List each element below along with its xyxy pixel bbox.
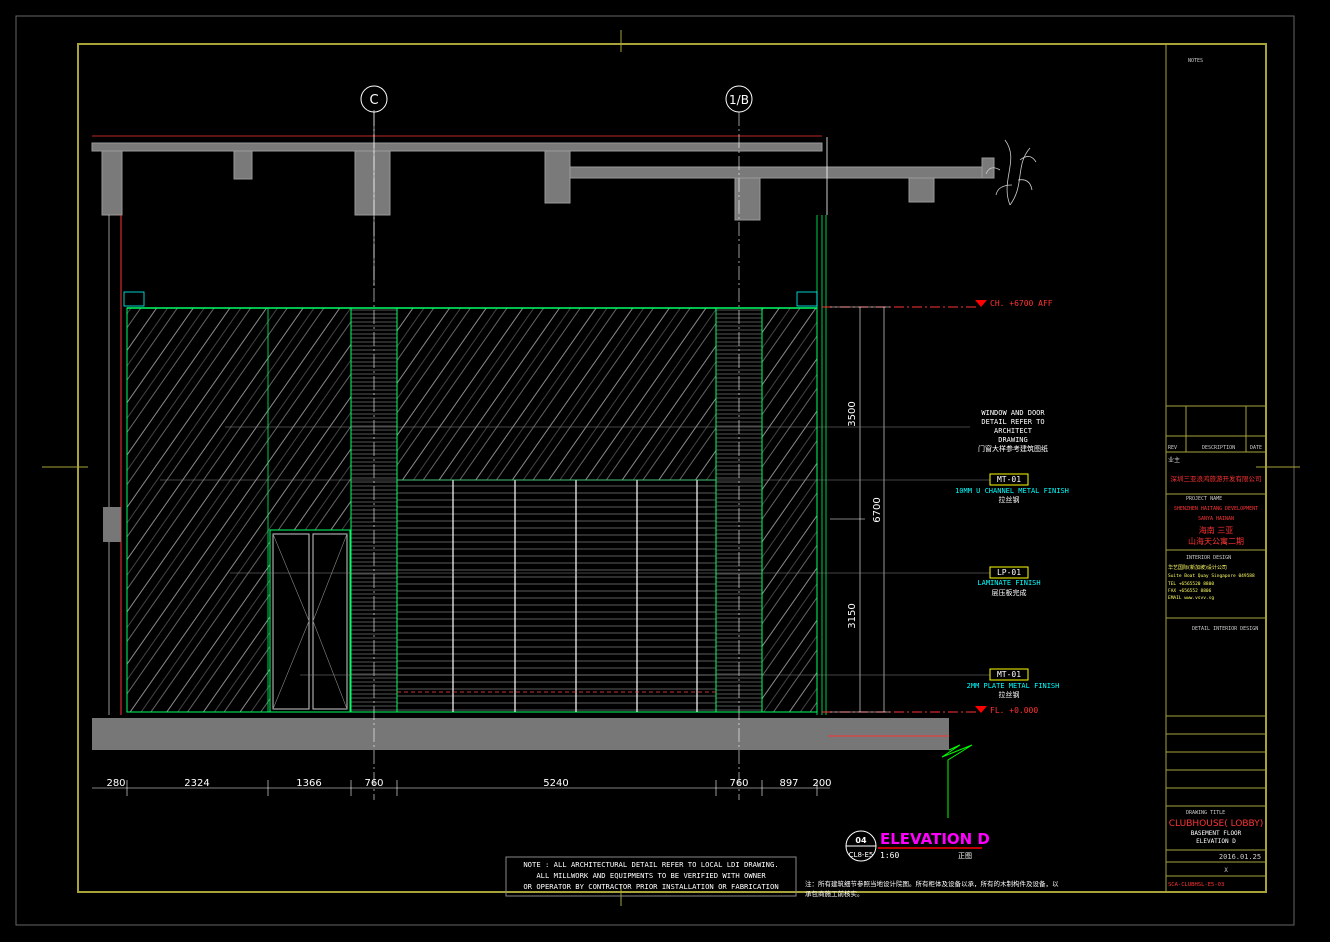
ceiling-slab [91, 142, 995, 221]
note-cn-2: 承包商施工前核实。 [805, 889, 864, 898]
elevation-drawing: C 1/B CH. +6700 AFF FL. +0.000 3500 3150… [15, 15, 1300, 926]
window-note-4: DRAWING [998, 436, 1028, 444]
level-ceiling: CH. +6700 AFF [990, 299, 1053, 308]
mt01-cn: 拉丝钢 [999, 495, 1020, 504]
tb-designer-label: INTERIOR DESIGN [1186, 555, 1231, 561]
mt01b-desc: 2MM PLATE METAL FINISH [967, 682, 1060, 690]
panel-right [761, 307, 818, 713]
hdim-6: 897 [779, 778, 798, 789]
tb-drawing-sub1: BASEMENT FLOOR [1191, 830, 1242, 837]
hdim-7: 200 [812, 778, 831, 789]
tb-drawing-no: SCA-CLUBHSL-E5-03 [1168, 882, 1224, 888]
tb-dt-label: DRAWING TITLE [1186, 810, 1225, 816]
tb-stage: DETAIL INTERIOR DESIGN [1192, 626, 1258, 632]
window-note-5: 门窗大样参考建筑图纸 [978, 444, 1048, 453]
title-block [1165, 44, 1267, 892]
dim-upper: 3500 [847, 401, 858, 426]
tag-mt01b: MT-01 [997, 670, 1021, 679]
window-note-3: ARCHITECT [994, 427, 1033, 435]
tb-designer-name: 华艺国际(新加坡)设计公司 [1168, 564, 1227, 571]
tb-designer-addr: Suite Boat Quay Singapore 049588 [1168, 573, 1255, 579]
tb-project-en: SHENZHEN HAITANG DEVELOPMENT [1174, 506, 1258, 512]
tb-date: 2016.01.25 [1219, 853, 1261, 861]
grid-label-1b: 1/B [729, 93, 749, 107]
tb-drawing-sub2: ELEVATION D [1196, 838, 1236, 845]
mt01b-cn: 拉丝钢 [999, 690, 1020, 699]
note-line-3: OR OPERATOR BY CONTRACTOR PRIOR INSTALLA… [523, 882, 778, 891]
level-floor: FL. +0.000 [990, 706, 1038, 715]
hdim-4: 5240 [543, 778, 568, 789]
lp01-cn: 层压板完成 [992, 588, 1027, 597]
title-sheet: CL8-E5 [849, 851, 874, 859]
dim-total: 6700 [872, 497, 883, 522]
tb-rev: REV [1168, 445, 1177, 451]
tag-lp01: LP-01 [997, 568, 1021, 577]
note-line-1: NOTE : ALL ARCHITECTURAL DETAIL REFER TO… [523, 860, 778, 869]
hdim-1: 2324 [184, 778, 209, 789]
right-wall [816, 215, 827, 715]
window-note-2: DETAIL REFER TO [981, 418, 1044, 426]
tb-project-cn: 海南 三亚 [1199, 525, 1234, 535]
tag-mt01: MT-01 [997, 475, 1021, 484]
note-cn-1: 注：所有建筑细节参照当地设计院图。所有柜体及设备以承，所有的木制构件及设备，以 [805, 879, 1059, 888]
tb-tel: TEL +6565520 8800 [1168, 581, 1214, 587]
floor-slab [92, 718, 949, 750]
lp01-desc: LAMINATE FINISH [977, 579, 1040, 587]
tb-email: EMAIL www.vsvv.sg [1168, 595, 1214, 601]
elevation-scale: 1:60 [880, 851, 899, 860]
grid-label-c: C [369, 93, 378, 108]
tb-project-cn2: 山海天公寓二期 [1188, 536, 1244, 546]
tb-notes-header: NOTES [1188, 58, 1203, 64]
tb-desc: DESCRIPTION [1202, 445, 1235, 451]
mt01-desc: 10MM U CHANNEL METAL FINISH [955, 487, 1069, 495]
level-marker-floor [975, 706, 987, 713]
hdim-5: 760 [729, 778, 748, 789]
hdim-3: 760 [364, 778, 383, 789]
hdim-0: 280 [106, 778, 125, 789]
window-note-1: WINDOW AND DOOR [981, 409, 1045, 417]
break-line [941, 744, 973, 818]
title-number: 04 [855, 836, 867, 845]
elevation-scale-note: 正图 [958, 852, 972, 860]
laminate-panel [396, 479, 717, 713]
tb-owner-label: 业主 [1168, 456, 1180, 464]
window-upper [396, 307, 717, 481]
tb-date-h: DATE [1250, 445, 1262, 451]
hdim-2: 1366 [296, 778, 321, 789]
tb-fax: FAX +656552 8806 [1168, 588, 1212, 594]
level-marker-ceiling [975, 300, 987, 307]
note-line-2: ALL MILLWORK AND EQUIPMENTS TO BE VERIFI… [536, 871, 766, 880]
tb-owner-name: 深圳三亚浪鸿旅游开发有限公司 [1171, 474, 1262, 483]
tb-drawing-title: CLUBHOUSE( LOBBY) [1169, 819, 1263, 829]
tb-project-label: PROJECT NAME [1186, 496, 1222, 502]
tb-project-en2: SANYA HAINAN [1198, 516, 1234, 522]
elevation-title: ELEVATION D [880, 830, 990, 848]
dim-lower: 3150 [847, 603, 858, 628]
tb-job-no: X [1224, 867, 1228, 874]
